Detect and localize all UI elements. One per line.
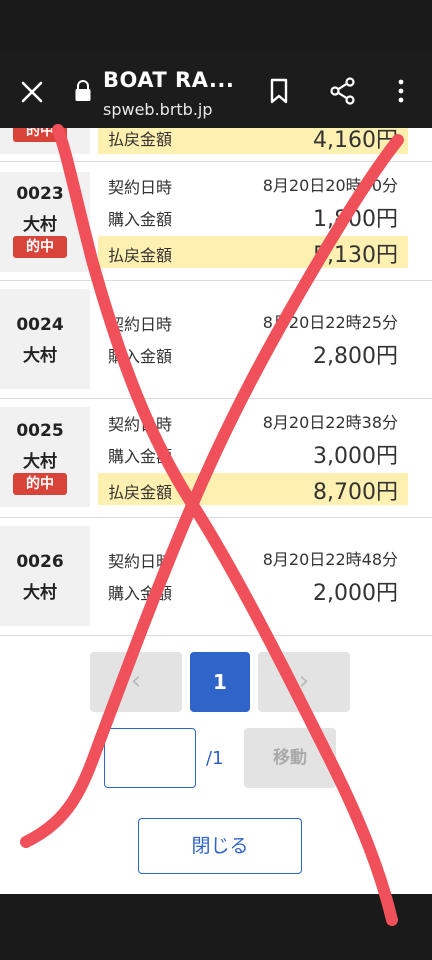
purchase-value: 2,800円 — [313, 344, 398, 369]
contract-time-line: 契約日時 8月20日22時25分 — [98, 305, 408, 337]
venue-name: 大村 — [23, 583, 57, 603]
current-page-button[interactable]: 1 — [190, 652, 250, 712]
contract-time-label: 契約日時 — [108, 552, 173, 571]
purchase-label: 購入金額 — [108, 584, 173, 603]
payout-line: 払戻金額 4,160円 — [98, 128, 408, 154]
browser-toolbar: BOAT RA... spweb.brtb.jp — [0, 52, 432, 128]
close-icon[interactable] — [16, 76, 48, 108]
payout-value: 5,130円 — [313, 243, 398, 268]
purchase-value: 3,000円 — [313, 444, 398, 469]
page-url[interactable]: spweb.brtb.jp — [103, 100, 213, 119]
contract-time-label: 契約日時 — [108, 315, 173, 334]
ticket-number: 0024 — [16, 315, 64, 335]
purchase-label: 購入金額 — [108, 447, 173, 466]
ticket-number: 0025 — [16, 421, 64, 441]
ticket-history-page: 的中 払戻金額 4,160円 0023 大村 的中 契約日時 8月20日20時4… — [0, 128, 432, 894]
hit-badge: 的中 — [13, 128, 67, 142]
purchase-label: 購入金額 — [108, 347, 173, 366]
ticket-row[interactable]: 0025 大村 的中 契約日時 8月20日22時38分 購入金額 3,000円 … — [0, 399, 432, 518]
payout-line: 払戻金額 8,700円 — [98, 473, 408, 505]
purchase-line: 購入金額 2,800円 — [98, 337, 408, 369]
ticket-row[interactable]: 0026 大村 契約日時 8月20日22時48分 購入金額 2,000円 — [0, 518, 432, 636]
ticket-row-partial[interactable]: 的中 払戻金額 4,160円 — [0, 128, 432, 162]
ticket-badge — [0, 289, 90, 389]
move-page-button[interactable]: 移動 — [244, 728, 336, 788]
purchase-value: 2,000円 — [313, 581, 398, 606]
ticket-number: 0026 — [16, 552, 64, 572]
payout-value: 8,700円 — [313, 480, 398, 505]
venue-name: 大村 — [23, 452, 57, 472]
payout-value: 4,160円 — [313, 128, 398, 153]
close-button[interactable]: 閉じる — [138, 818, 302, 874]
contract-time-value: 8月20日22時38分 — [262, 413, 398, 432]
hit-badge: 的中 — [13, 236, 67, 258]
contract-time-line: 契約日時 8月20日20時40分 — [98, 168, 408, 200]
page-title: BOAT RA... — [103, 68, 235, 92]
contract-time-value: 8月20日22時25分 — [262, 313, 398, 332]
ticket-row[interactable]: 0023 大村 的中 契約日時 8月20日20時40分 購入金額 1,800円 … — [0, 162, 432, 281]
contract-time-line: 契約日時 8月20日22時48分 — [98, 542, 408, 574]
purchase-line: 購入金額 3,000円 — [98, 437, 408, 469]
ticket-row[interactable]: 0024 大村 契約日時 8月20日22時25分 購入金額 2,800円 — [0, 281, 432, 399]
more-options-icon[interactable] — [388, 76, 418, 106]
lock-icon — [75, 80, 91, 101]
contract-time-label: 契約日時 — [108, 415, 173, 434]
contract-time-line: 契約日時 8月20日22時38分 — [98, 405, 408, 437]
purchase-line: 購入金額 1,800円 — [98, 200, 408, 232]
status-bar — [0, 0, 432, 52]
share-icon[interactable] — [328, 76, 358, 106]
purchase-value: 1,800円 — [313, 207, 398, 232]
venue-name: 大村 — [23, 215, 57, 235]
system-navigation-bar — [0, 894, 432, 960]
ticket-number: 0023 — [16, 184, 64, 204]
contract-time-label: 契約日時 — [108, 178, 173, 197]
prev-page-button[interactable]: ‹ — [90, 652, 182, 712]
page-total: /1 — [206, 748, 224, 769]
page-number-input[interactable] — [104, 728, 196, 788]
venue-name: 大村 — [23, 346, 57, 366]
next-page-button[interactable]: › — [258, 652, 350, 712]
payout-label: 払戻金額 — [108, 246, 173, 265]
payout-label: 払戻金額 — [108, 483, 173, 502]
payout-line: 払戻金額 5,130円 — [98, 236, 408, 268]
bookmark-icon[interactable] — [264, 76, 294, 106]
contract-time-value: 8月20日22時48分 — [262, 550, 398, 569]
payout-label: 払戻金額 — [108, 130, 173, 149]
hit-badge: 的中 — [13, 473, 67, 495]
contract-time-value: 8月20日20時40分 — [262, 176, 398, 195]
purchase-line: 購入金額 2,000円 — [98, 574, 408, 606]
purchase-label: 購入金額 — [108, 210, 173, 229]
ticket-badge — [0, 526, 90, 626]
